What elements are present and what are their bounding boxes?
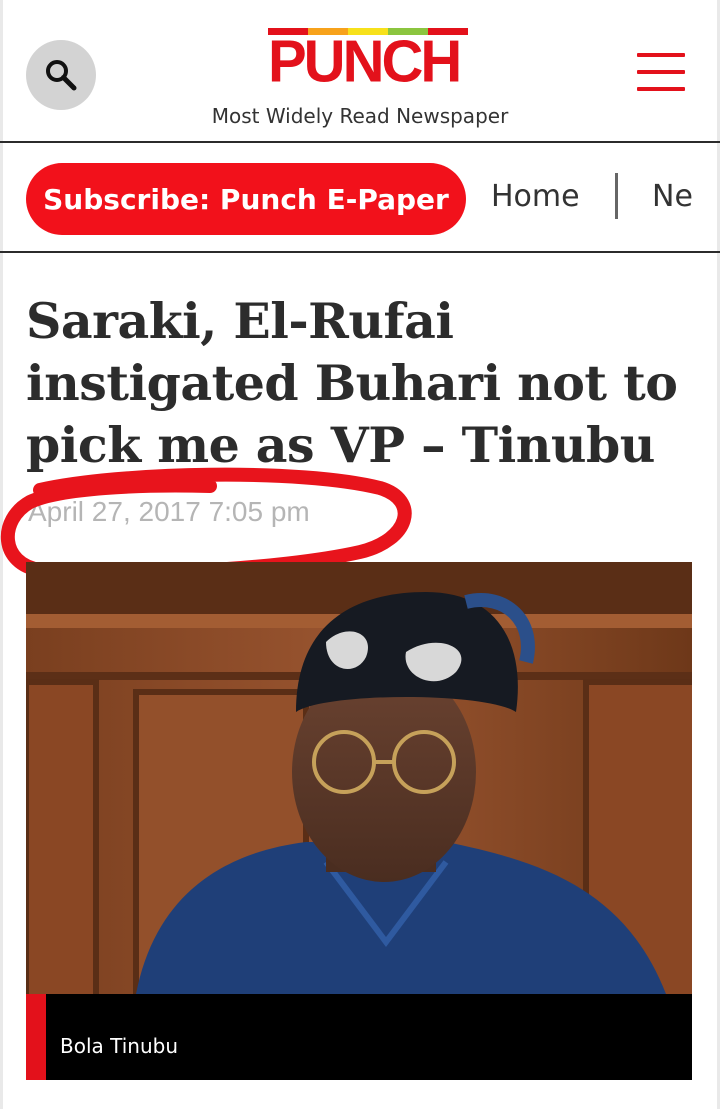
subscribe-epaper-button[interactable]: Subscribe: Punch E-Paper [26, 163, 466, 235]
image-caption-bar: Bola Tinubu [26, 994, 692, 1080]
portrait-illustration [26, 562, 692, 994]
punch-logo[interactable]: PUNCH [268, 28, 468, 95]
site-header: PUNCH Most Widely Read Newspaper [0, 0, 720, 143]
nav-divider [615, 173, 618, 219]
main-nav: Subscribe: Punch E-Paper Home Ne [0, 145, 720, 253]
hamburger-menu-icon[interactable] [637, 53, 685, 95]
article-headline: Saraki, El-Rufai instigated Buhari not t… [26, 292, 678, 474]
nav-item-home[interactable]: Home [491, 179, 580, 214]
site-tagline: Most Widely Read Newspaper [211, 104, 509, 128]
article-image[interactable] [26, 562, 692, 994]
nav-item-next[interactable]: Ne [652, 179, 693, 214]
search-button[interactable] [26, 40, 96, 110]
caption-accent [26, 994, 46, 1080]
search-icon [46, 60, 77, 91]
image-caption: Bola Tinubu [60, 1034, 179, 1058]
logo-text: PUNCH [268, 28, 462, 95]
